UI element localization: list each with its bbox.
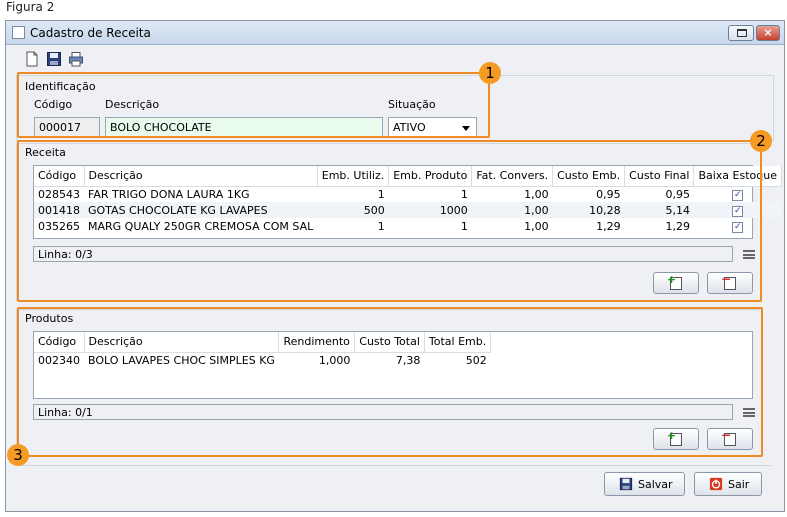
- callout-box-1: [17, 72, 490, 138]
- window-title: Cadastro de Receita: [30, 26, 151, 40]
- restore-button[interactable]: [728, 25, 754, 41]
- print-icon[interactable]: [68, 51, 84, 67]
- salvar-label: Salvar: [638, 478, 673, 491]
- sair-button[interactable]: Sair: [694, 472, 762, 496]
- save-icon[interactable]: [46, 51, 62, 67]
- restore-icon: [737, 29, 747, 37]
- exit-icon: [709, 477, 723, 491]
- figure-label: Figura 2: [6, 0, 55, 14]
- callout-badge-3: 3: [7, 444, 29, 466]
- callout-box-2: [17, 140, 762, 302]
- title-bar: Cadastro de Receita ×: [6, 21, 784, 45]
- callout-badge-2: 2: [750, 130, 772, 152]
- callout-box-3: [17, 307, 763, 457]
- new-document-icon[interactable]: [24, 51, 40, 67]
- sair-label: Sair: [728, 478, 750, 491]
- callout-badge-1: 1: [479, 62, 501, 84]
- save-icon: [619, 477, 633, 491]
- app-icon: [12, 26, 25, 39]
- salvar-button[interactable]: Salvar: [604, 472, 685, 496]
- footer-divider: [16, 465, 772, 466]
- close-button[interactable]: ×: [756, 25, 780, 41]
